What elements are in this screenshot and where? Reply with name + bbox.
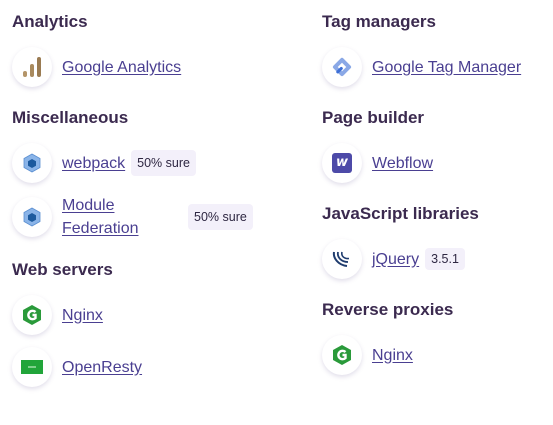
section-title: Miscellaneous [12, 108, 129, 127]
section-title: Page builder [322, 108, 425, 127]
webpack-icon [12, 197, 52, 237]
webflow-icon: w [322, 143, 362, 183]
google-analytics-icon [12, 47, 52, 87]
tech-item-jquery: jQuery 3.5.1 [322, 235, 552, 283]
jquery-icon [322, 239, 362, 279]
tech-link[interactable]: OpenResty [62, 356, 142, 379]
tech-link[interactable]: Nginx [372, 344, 413, 367]
section-title: Tag managers [322, 12, 437, 31]
section-page-builder: Page builder w Webflow [322, 108, 552, 187]
section-javascript-libraries: JavaScript libraries jQuery 3.5.1 [322, 204, 552, 283]
section-title: Analytics [12, 12, 88, 31]
tech-link[interactable]: Webflow [372, 152, 433, 175]
confidence-badge: 50% sure [188, 204, 253, 230]
tech-item-google-tag-manager: Google Tag Manager [322, 43, 552, 91]
webpack-icon [12, 143, 52, 183]
section-title: Web servers [12, 260, 113, 279]
tech-link[interactable]: Google Analytics [62, 56, 181, 79]
right-column: Tag managers Google Tag Manager Page bui… [322, 0, 552, 396]
tech-link[interactable]: jQuery [372, 248, 419, 271]
tech-link[interactable]: Nginx [62, 304, 103, 327]
tech-link[interactable]: Module Federation [62, 194, 182, 240]
nginx-icon [12, 295, 52, 335]
tech-item-nginx: Nginx [322, 331, 552, 379]
section-title: JavaScript libraries [322, 204, 479, 223]
webflow-letter: w [332, 153, 352, 173]
version-badge: 3.5.1 [425, 248, 465, 270]
section-reverse-proxies: Reverse proxies Nginx [322, 300, 552, 379]
tech-link[interactable]: Google Tag Manager [372, 56, 521, 79]
google-tag-manager-icon [322, 47, 362, 87]
nginx-icon [322, 335, 362, 375]
section-web-servers: Web servers Nginx OpenResty [12, 260, 302, 391]
tech-link[interactable]: webpack [62, 152, 125, 175]
section-title: Reverse proxies [322, 300, 454, 319]
tech-item-webpack: webpack 50% sure [12, 139, 302, 187]
tech-item-webflow: w Webflow [322, 139, 552, 187]
tech-item-google-analytics: Google Analytics [12, 43, 302, 91]
tech-item-openresty: OpenResty [12, 343, 302, 391]
section-analytics: Analytics Google Analytics [12, 12, 302, 91]
section-miscellaneous: Miscellaneous webpack 50% sure Module Fe… [12, 108, 302, 243]
tech-item-module-federation: Module Federation 50% sure [12, 191, 302, 243]
confidence-badge: 50% sure [131, 150, 196, 176]
tech-item-nginx: Nginx [12, 291, 302, 339]
left-column: Analytics Google Analytics Miscellaneous… [12, 0, 302, 408]
section-tag-managers: Tag managers Google Tag Manager [322, 12, 552, 91]
openresty-icon [12, 347, 52, 387]
